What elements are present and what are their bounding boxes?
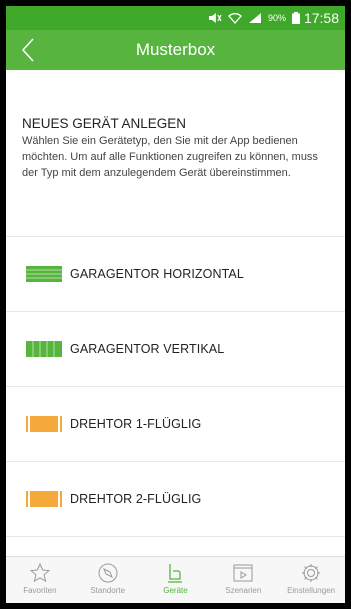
nav-label: Einstellungen <box>287 586 336 595</box>
bottom-navigation: Favoriten Standorte Geräte Szenarien Ein… <box>6 556 345 603</box>
nav-label: Favoriten <box>23 586 57 595</box>
gear-icon <box>302 564 321 582</box>
nav-geraete[interactable]: Geräte <box>142 557 210 603</box>
nav-einstellungen[interactable]: Einstellungen <box>277 557 345 603</box>
section-description: Wählen Sie ein Gerätetyp, den Sie mit de… <box>22 135 318 179</box>
wifi-icon <box>228 12 242 24</box>
device-type-swing-gate-double[interactable]: DREHTOR 2-FLÜGLIG <box>6 462 345 537</box>
nav-label: Szenarien <box>225 586 262 595</box>
compass-icon <box>98 563 118 583</box>
device-type-label: GARAGENTOR HORIZONTAL <box>70 267 244 281</box>
device-type-label: DREHTOR 2-FLÜGLIG <box>70 492 202 506</box>
device-type-label: GARAGENTOR VERTIKAL <box>70 342 225 356</box>
nav-standorte[interactable]: Standorte <box>74 557 142 603</box>
battery-icon <box>291 12 300 24</box>
app-bar: Musterbox <box>6 30 345 70</box>
nav-favoriten[interactable]: Favoriten <box>6 557 74 603</box>
back-button[interactable] <box>16 38 40 62</box>
chevron-left-icon <box>21 38 34 62</box>
battery-percent: 90% <box>267 13 286 23</box>
device-icon <box>168 564 183 583</box>
swing-gate-double-icon <box>26 491 62 507</box>
garage-door-vertical-icon <box>26 341 62 357</box>
play-window-icon <box>233 564 253 582</box>
intro-section: NEUES GERÄT ANLEGEN Wählen Sie ein Gerät… <box>6 70 345 237</box>
swing-gate-single-icon <box>26 416 62 432</box>
device-type-garage-horizontal[interactable]: GARAGENTOR HORIZONTAL <box>6 237 345 312</box>
star-icon <box>29 562 51 583</box>
clock: 17:58 <box>303 10 339 26</box>
mute-icon <box>208 12 222 24</box>
device-type-garage-vertical[interactable]: GARAGENTOR VERTIKAL <box>6 312 345 387</box>
app-screen: 90% 17:58 Musterbox NEUES GERÄT ANLEGEN … <box>6 6 345 603</box>
signal-icon <box>248 12 262 24</box>
device-type-swing-gate-single[interactable]: DREHTOR 1-FLÜGLIG <box>6 387 345 462</box>
garage-door-horizontal-icon <box>26 266 62 282</box>
status-bar: 90% 17:58 <box>6 6 345 30</box>
nav-label: Geräte <box>163 586 188 595</box>
section-heading: NEUES GERÄT ANLEGEN <box>22 116 187 131</box>
nav-label: Standorte <box>90 586 126 595</box>
device-type-label: DREHTOR 1-FLÜGLIG <box>70 417 202 431</box>
page-title: Musterbox <box>135 40 216 59</box>
nav-szenarien[interactable]: Szenarien <box>209 557 277 603</box>
